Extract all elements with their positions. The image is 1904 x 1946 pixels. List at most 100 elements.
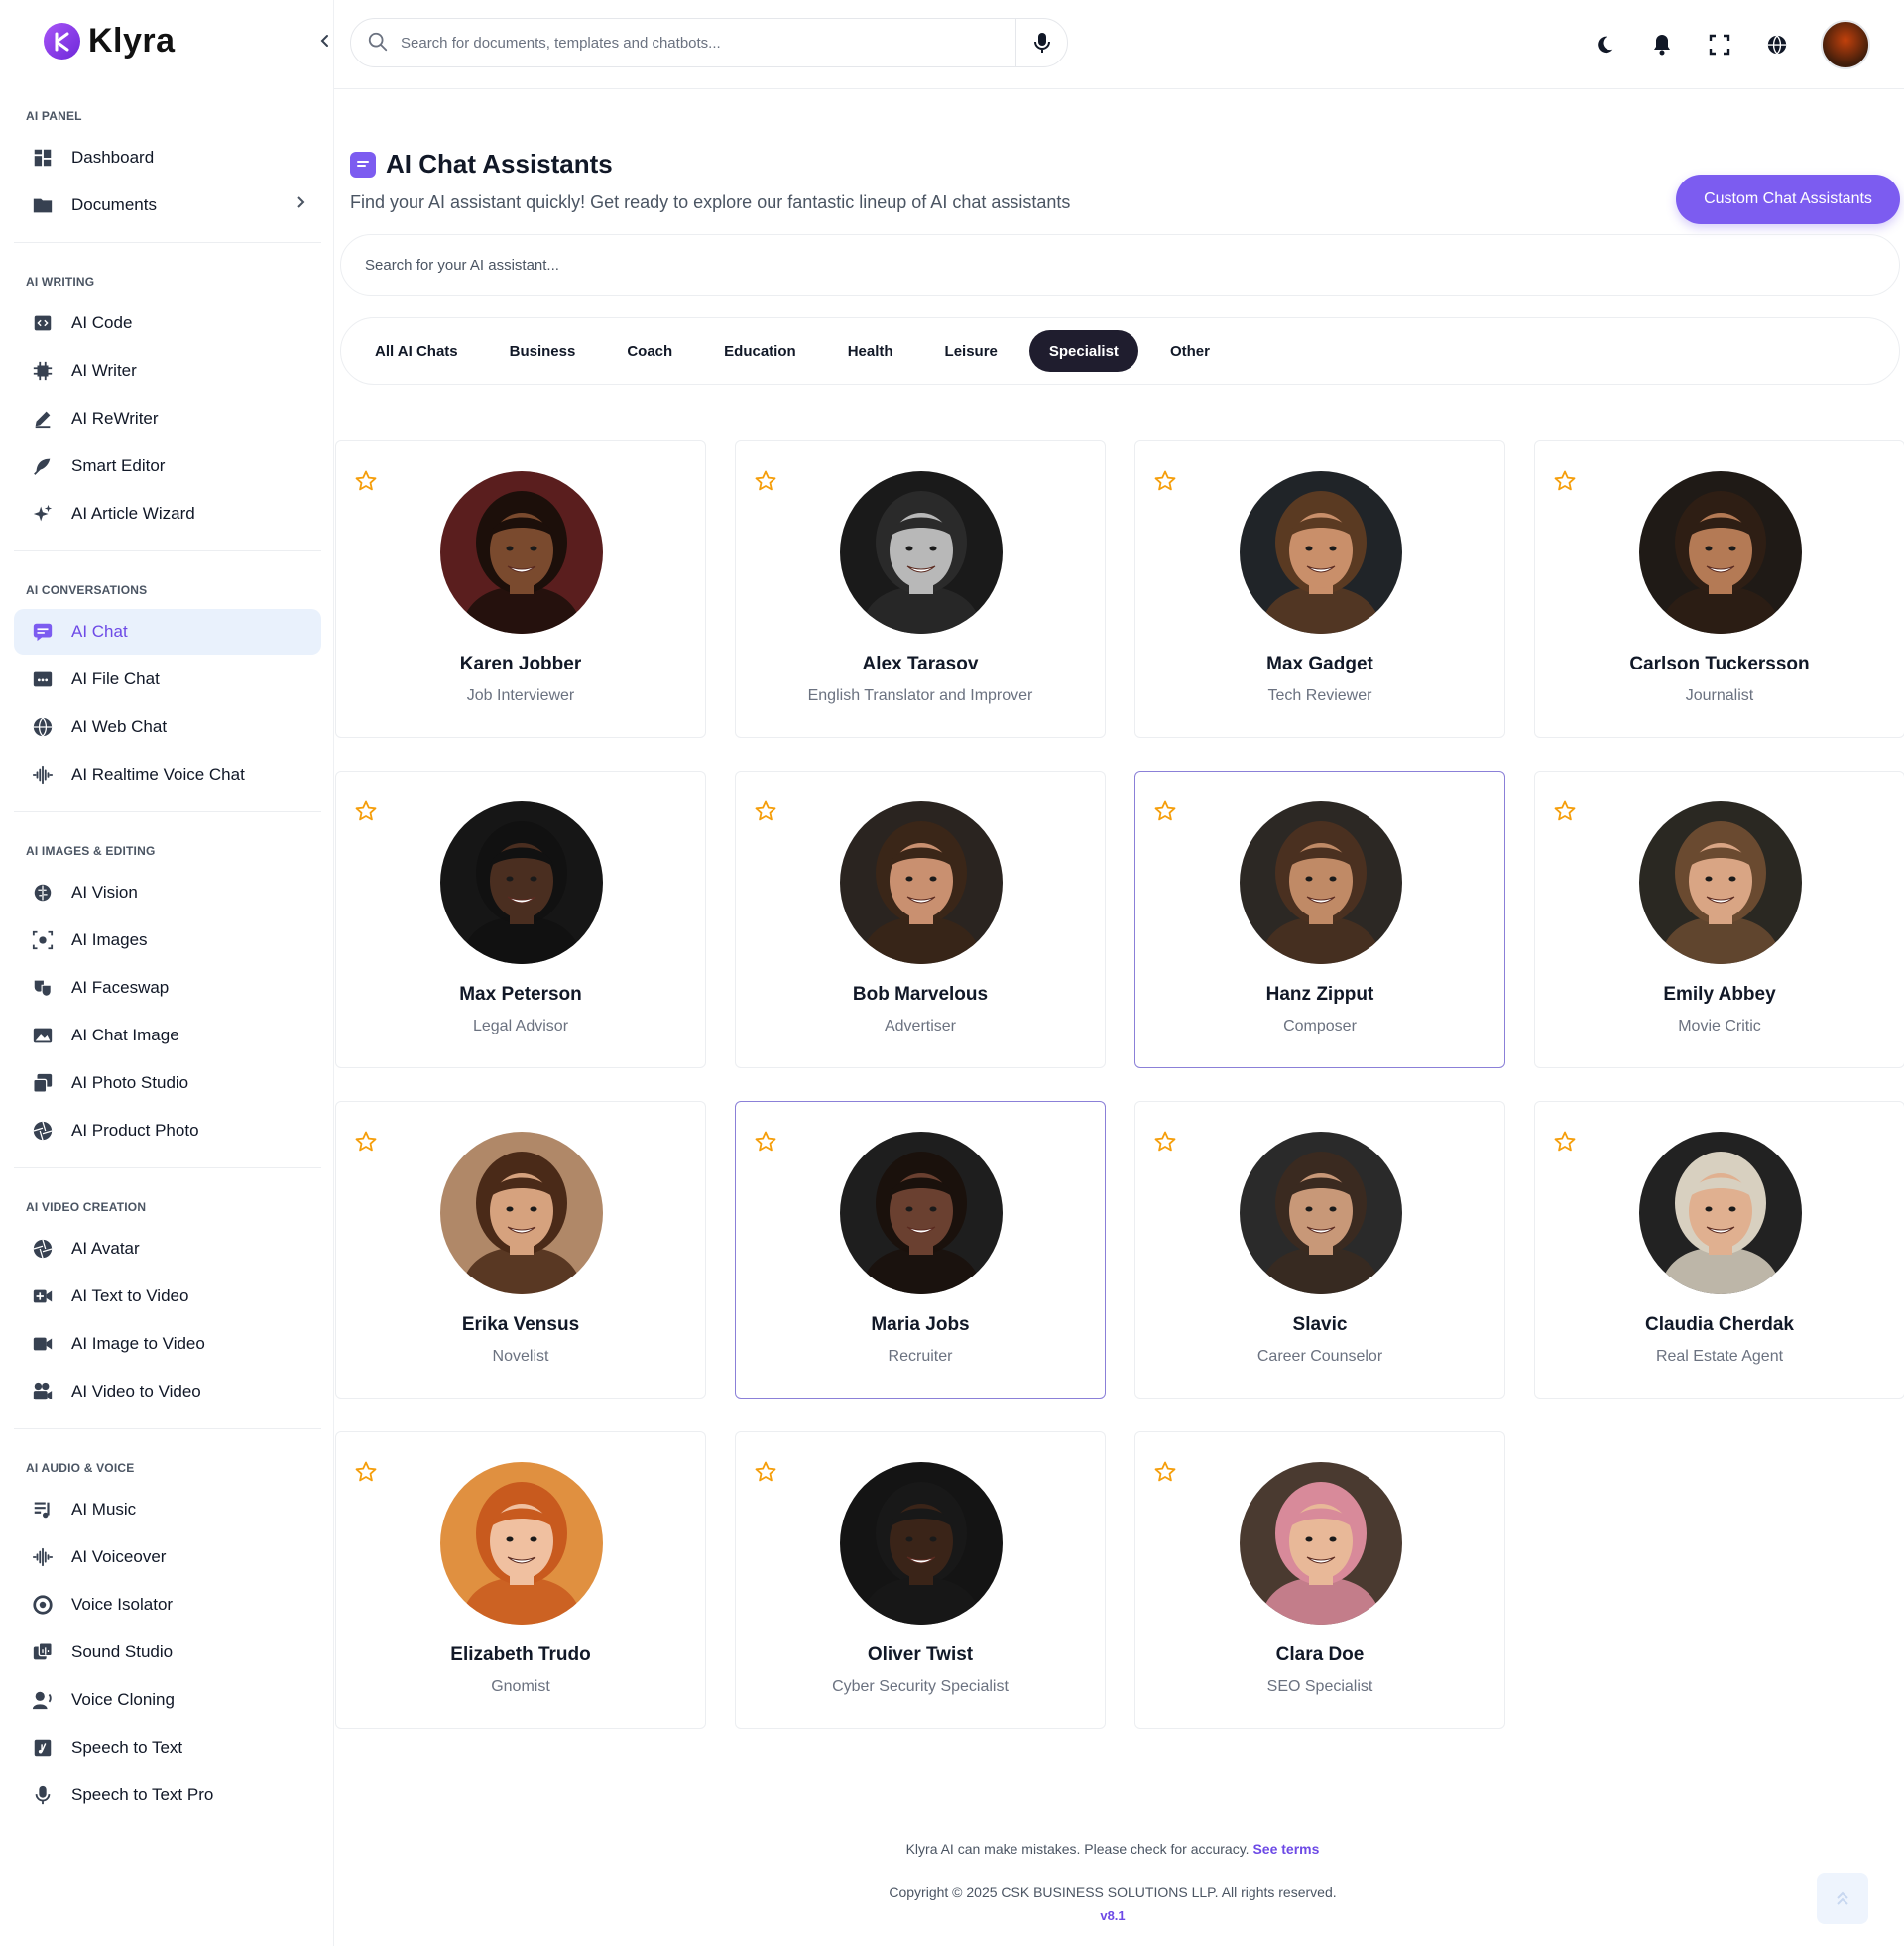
assistant-card[interactable]: Max Gadget Tech Reviewer bbox=[1134, 440, 1505, 738]
sidebar-item-ai-video-to-video[interactable]: AI Video to Video bbox=[14, 1369, 321, 1414]
assistant-name: Emily Abbey bbox=[1663, 984, 1776, 1005]
favorite-star-icon[interactable] bbox=[1153, 799, 1177, 823]
assistant-card[interactable]: Maria Jobs Recruiter bbox=[735, 1101, 1106, 1399]
sidebar-item-speech-to-text-pro[interactable]: Speech to Text Pro bbox=[14, 1772, 321, 1818]
sidebar-item-ai-vision[interactable]: AI Vision bbox=[14, 870, 321, 915]
sidebar-item-ai-rewriter[interactable]: AI ReWriter bbox=[14, 396, 321, 441]
voice-search-button[interactable] bbox=[1015, 19, 1067, 66]
tab-coach[interactable]: Coach bbox=[607, 330, 692, 372]
sidebar-item-ai-music[interactable]: AI Music bbox=[14, 1487, 321, 1532]
sidebar-item-label: Dashboard bbox=[71, 148, 155, 167]
sidebar-item-label: AI Code bbox=[71, 313, 133, 332]
tab-all-ai-chats[interactable]: All AI Chats bbox=[355, 330, 478, 372]
sidebar-item-dashboard[interactable]: Dashboard bbox=[14, 135, 321, 181]
favorite-star-icon[interactable] bbox=[1553, 1130, 1577, 1154]
tab-education[interactable]: Education bbox=[704, 330, 816, 372]
favorite-star-icon[interactable] bbox=[754, 469, 777, 493]
see-terms-link[interactable]: See terms bbox=[1252, 1841, 1319, 1857]
assistant-card[interactable]: Claudia Cherdak Real Estate Agent bbox=[1534, 1101, 1904, 1399]
favorite-star-icon[interactable] bbox=[354, 469, 378, 493]
sidebar-item-ai-web-chat[interactable]: AI Web Chat bbox=[14, 704, 321, 750]
user-avatar[interactable] bbox=[1821, 20, 1870, 69]
favorite-star-icon[interactable] bbox=[1153, 1130, 1177, 1154]
favorite-star-icon[interactable] bbox=[354, 1130, 378, 1154]
sidebar-item-ai-code[interactable]: AI Code bbox=[14, 301, 321, 346]
favorite-star-icon[interactable] bbox=[1153, 469, 1177, 493]
sidebar-item-voice-cloning[interactable]: Voice Cloning bbox=[14, 1677, 321, 1723]
main-content: AI Chat Assistants Find your AI assistan… bbox=[334, 89, 1904, 1946]
sidebar-item-label: AI Writer bbox=[71, 361, 137, 380]
scroll-to-top-button[interactable] bbox=[1817, 1873, 1868, 1924]
favorite-star-icon[interactable] bbox=[754, 1130, 777, 1154]
sidebar-item-sound-studio[interactable]: Sound Studio bbox=[14, 1630, 321, 1675]
assistant-card[interactable]: Clara Doe SEO Specialist bbox=[1134, 1431, 1505, 1729]
sidebar-item-ai-avatar[interactable]: AI Avatar bbox=[14, 1226, 321, 1272]
app-logo[interactable]: Klyra bbox=[44, 22, 176, 61]
assistant-name: Carlson Tuckersson bbox=[1629, 654, 1810, 674]
sidebar-item-ai-photo-studio[interactable]: AI Photo Studio bbox=[14, 1060, 321, 1106]
sidebar-item-ai-product-photo[interactable]: AI Product Photo bbox=[14, 1108, 321, 1154]
favorite-star-icon[interactable] bbox=[754, 1460, 777, 1484]
assistant-name: Hanz Zipput bbox=[1265, 984, 1374, 1005]
music-file-icon bbox=[30, 1735, 56, 1761]
sidebar-item-speech-to-text[interactable]: Speech to Text bbox=[14, 1725, 321, 1770]
sidebar-item-ai-chat-image[interactable]: AI Chat Image bbox=[14, 1013, 321, 1058]
sidebar-item-label: AI Web Chat bbox=[71, 717, 168, 736]
notifications-button[interactable] bbox=[1648, 31, 1676, 59]
sidebar-item-voice-isolator[interactable]: Voice Isolator bbox=[14, 1582, 321, 1628]
tab-other[interactable]: Other bbox=[1150, 330, 1230, 372]
sidebar-item-label: Speech to Text bbox=[71, 1738, 183, 1757]
collapse-sidebar-button[interactable] bbox=[319, 34, 331, 53]
custom-chat-assistants-button[interactable]: Custom Chat Assistants bbox=[1676, 175, 1900, 224]
assistant-card[interactable]: Hanz Zipput Composer bbox=[1134, 771, 1505, 1068]
sidebar-item-smart-editor[interactable]: Smart Editor bbox=[14, 443, 321, 489]
sidebar-item-ai-article-wizard[interactable]: AI Article Wizard bbox=[14, 491, 321, 537]
assistant-role: Novelist bbox=[492, 1348, 549, 1365]
assistant-card[interactable]: Slavic Career Counselor bbox=[1134, 1101, 1505, 1399]
assistant-avatar bbox=[1240, 1462, 1402, 1625]
assistant-card[interactable]: Elizabeth Trudo Gnomist bbox=[335, 1431, 706, 1729]
assistant-name: Clara Doe bbox=[1275, 1644, 1365, 1665]
nav-section-title: AI IMAGES & EDITING bbox=[26, 844, 156, 858]
tab-specialist[interactable]: Specialist bbox=[1028, 330, 1138, 372]
assistant-card[interactable]: Max Peterson Legal Advisor bbox=[335, 771, 706, 1068]
assistant-role: Recruiter bbox=[888, 1348, 953, 1365]
sidebar-item-ai-text-to-video[interactable]: AI Text to Video bbox=[14, 1274, 321, 1319]
global-search-input[interactable]: Search for documents, templates and chat… bbox=[350, 18, 1068, 67]
assistant-card[interactable]: Carlson Tuckersson Journalist bbox=[1534, 440, 1904, 738]
assistant-card[interactable]: Erika Vensus Novelist bbox=[335, 1101, 706, 1399]
language-button[interactable] bbox=[1763, 31, 1791, 59]
assistant-name: Karen Jobber bbox=[459, 654, 582, 674]
favorite-star-icon[interactable] bbox=[1553, 469, 1577, 493]
tab-health[interactable]: Health bbox=[828, 330, 913, 372]
globe-icon bbox=[30, 714, 56, 740]
assistant-card[interactable]: Oliver Twist Cyber Security Specialist bbox=[735, 1431, 1106, 1729]
favorite-star-icon[interactable] bbox=[354, 1460, 378, 1484]
favorite-star-icon[interactable] bbox=[1153, 1460, 1177, 1484]
app-name: Klyra bbox=[88, 22, 176, 60]
dark-mode-toggle[interactable] bbox=[1591, 31, 1618, 59]
assistant-name: Oliver Twist bbox=[867, 1644, 974, 1665]
favorite-star-icon[interactable] bbox=[754, 799, 777, 823]
sidebar-item-ai-voiceover[interactable]: AI Voiceover bbox=[14, 1534, 321, 1580]
sidebar-item-ai-image-to-video[interactable]: AI Image to Video bbox=[14, 1321, 321, 1367]
sidebar-item-ai-images[interactable]: AI Images bbox=[14, 917, 321, 963]
assistant-card[interactable]: Alex Tarasov English Translator and Impro… bbox=[735, 440, 1106, 738]
sidebar-item-documents[interactable]: Documents bbox=[14, 182, 321, 228]
sidebar-item-ai-file-chat[interactable]: AI File Chat bbox=[14, 657, 321, 702]
tab-leisure[interactable]: Leisure bbox=[925, 330, 1017, 372]
assistant-card[interactable]: Bob Marvelous Advertiser bbox=[735, 771, 1106, 1068]
favorite-star-icon[interactable] bbox=[354, 799, 378, 823]
assistant-name: Elizabeth Trudo bbox=[450, 1644, 591, 1665]
assistant-card[interactable]: Emily Abbey Movie Critic bbox=[1534, 771, 1904, 1068]
nav-section-title: AI PANEL bbox=[26, 109, 82, 123]
sidebar-item-ai-writer[interactable]: AI Writer bbox=[14, 348, 321, 394]
assistant-card[interactable]: Karen Jobber Job Interviewer bbox=[335, 440, 706, 738]
sidebar-item-ai-faceswap[interactable]: AI Faceswap bbox=[14, 965, 321, 1011]
fullscreen-button[interactable] bbox=[1706, 31, 1733, 59]
tab-business[interactable]: Business bbox=[490, 330, 596, 372]
assistant-search-input[interactable]: Search for your AI assistant... bbox=[340, 234, 1900, 296]
sidebar-item-ai-realtime-voice-chat[interactable]: AI Realtime Voice Chat bbox=[14, 752, 321, 797]
sidebar-item-ai-chat[interactable]: AI Chat bbox=[14, 609, 321, 655]
favorite-star-icon[interactable] bbox=[1553, 799, 1577, 823]
